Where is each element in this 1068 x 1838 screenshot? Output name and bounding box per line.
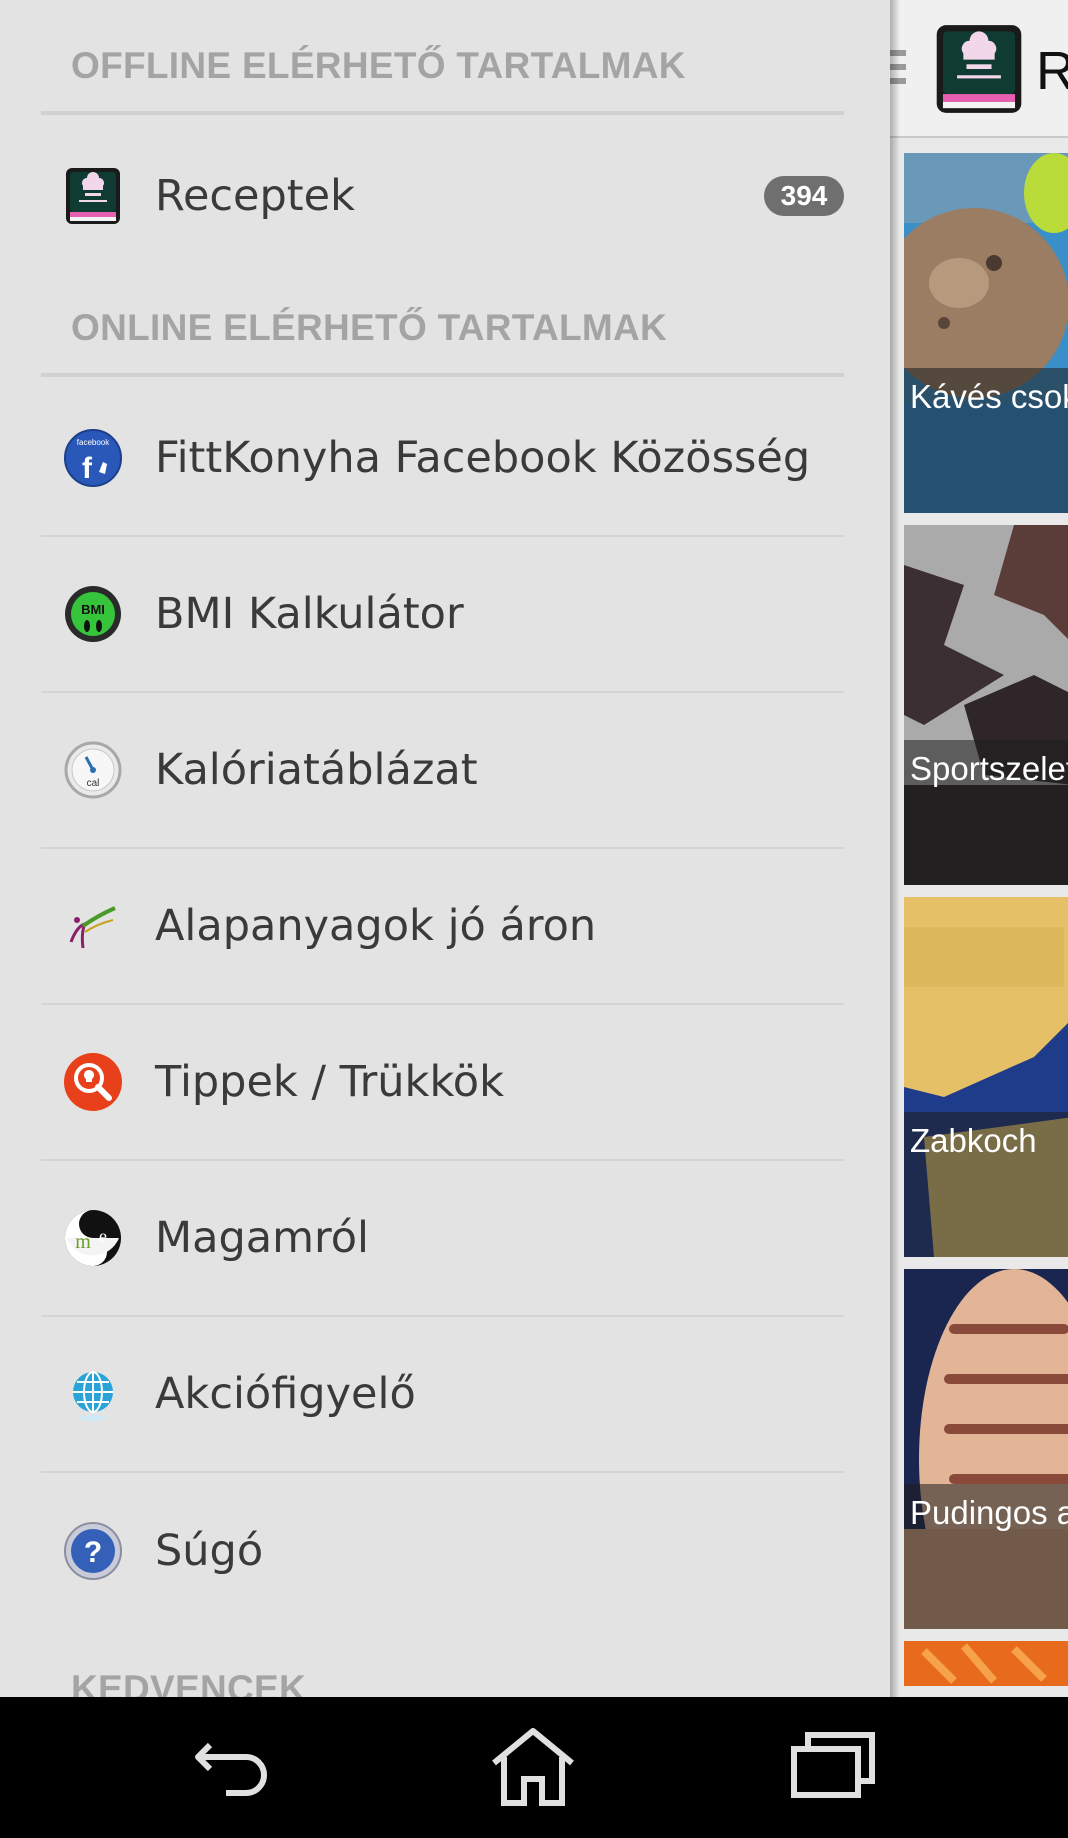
recipe-card-title: Sportszelet: [910, 750, 1068, 787]
action-bar: Receptek: [890, 0, 1068, 138]
shop-logo-icon: [69, 906, 116, 949]
drawer-item-label: Kalóriatáblázat: [155, 745, 478, 795]
drawer-item-calories[interactable]: cal Kalóriatáblázat: [41, 693, 844, 849]
svg-text:BMI: BMI: [81, 602, 105, 617]
drawer-item-label: Magamról: [155, 1213, 369, 1263]
recipe-count-badge: 394: [764, 176, 844, 216]
svg-text:f: f: [82, 452, 93, 485]
globe-icon: [73, 1371, 113, 1421]
svg-text:e: e: [99, 1226, 107, 1246]
drawer-item-about[interactable]: m e Magamról: [41, 1161, 844, 1317]
drawer-item-label: Tippek / Trükkök: [155, 1057, 505, 1107]
drawer-shadow: [890, 0, 900, 1697]
drawer-item-label: BMI Kalkulátor: [155, 589, 464, 639]
screen-title: Receptek: [1036, 41, 1068, 101]
svg-text:?: ?: [84, 1536, 102, 1569]
section-divider: [41, 111, 844, 115]
recipe-card[interactable]: Sportszelet: [904, 525, 1068, 885]
drawer-item-deals[interactable]: Akciófigyelő: [41, 1317, 844, 1473]
online-section-header: ONLINE ELÉRHETŐ TARTALMAK: [71, 307, 668, 348]
drawer-item-label: Akciófigyelő: [155, 1369, 416, 1419]
svg-text:cal: cal: [87, 778, 100, 789]
favorites-section-header: KEDVENCEK: [71, 1668, 307, 1697]
bmi-icon: BMI: [65, 586, 121, 642]
drawer-item-tips[interactable]: Tippek / Trükkök: [41, 1005, 844, 1161]
recipe-list-screen[interactable]: Receptek Kávés csok Sportszelet: [890, 0, 1068, 1697]
home-icon[interactable]: [488, 1727, 578, 1807]
recipe-card-title: Kávés csok: [910, 378, 1068, 415]
recipe-photo: [904, 1641, 1068, 1686]
cookbook-icon: [66, 168, 120, 224]
facebook-icon: facebook f: [64, 429, 122, 487]
recipe-card[interactable]: [904, 1641, 1068, 1686]
offline-section-header: OFFLINE ELÉRHETŐ TARTALMAK: [71, 45, 686, 86]
help-icon: ?: [64, 1522, 122, 1580]
recipe-card-title: Pudingos a: [910, 1494, 1068, 1531]
recipe-card[interactable]: Pudingos a: [904, 1269, 1068, 1629]
drawer-item-bmi[interactable]: BMI BMI Kalkulátor: [41, 537, 844, 693]
recipe-card[interactable]: Zabkoch: [904, 897, 1068, 1257]
calorie-gauge-icon: cal: [64, 741, 122, 799]
system-navigation-bar: [0, 1697, 1068, 1838]
app-logo-icon[interactable]: [932, 22, 1026, 116]
recipe-card-title: Zabkoch: [910, 1122, 1037, 1159]
navigation-drawer: OFFLINE ELÉRHETŐ TARTALMAK Receptek 394 …: [0, 0, 890, 1697]
yin-yang-me-icon: m e: [65, 1210, 121, 1266]
svg-text:m: m: [75, 1231, 91, 1253]
drawer-item-label: Receptek: [155, 171, 356, 221]
recents-icon[interactable]: [788, 1727, 878, 1807]
drawer-item-label: Súgó: [155, 1526, 264, 1576]
drawer-item-receptek[interactable]: Receptek 394: [41, 118, 844, 274]
recipe-card[interactable]: Kávés csok: [904, 153, 1068, 513]
svg-text:facebook: facebook: [77, 438, 110, 447]
section-divider: [41, 373, 844, 377]
drawer-item-label: FittKonyha Facebook Közösség: [155, 433, 811, 483]
drawer-item-help[interactable]: ? Súgó: [41, 1473, 844, 1629]
back-icon[interactable]: [190, 1727, 280, 1807]
drawer-item-facebook[interactable]: facebook f FittKonyha Facebook Közösség: [41, 381, 844, 537]
drawer-item-ingredients[interactable]: Alapanyagok jó áron: [41, 849, 844, 1005]
drawer-item-label: Alapanyagok jó áron: [155, 901, 597, 951]
magnifier-bulb-icon: [64, 1053, 122, 1111]
